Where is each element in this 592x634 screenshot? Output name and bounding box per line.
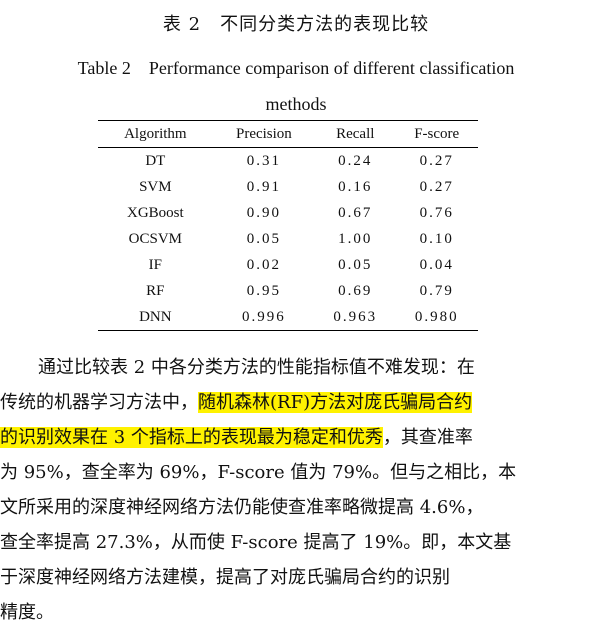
cell-recall: 0.05 [338, 256, 373, 273]
header-recall: Recall [336, 125, 375, 142]
cell-recall: 0.67 [338, 204, 373, 221]
cell-algorithm: DNN [139, 308, 172, 325]
paragraph-line: 传统的机器学习方法中，随机森林(RF)方法对庞氏骗局合约 [0, 385, 592, 420]
cell-precision: 0.91 [246, 178, 282, 195]
cell-recall: 0.963 [333, 308, 378, 325]
cell-fscore: 0.04 [419, 256, 454, 273]
cell-algorithm: RF [146, 282, 165, 299]
cell-algorithm: IF [148, 256, 163, 273]
paragraph-line: 的识别效果在 3 个指标上的表现最为稳定和优秀，其查准率 [0, 420, 592, 455]
table-row: XGBoost 0.90 0.67 0.76 [98, 200, 478, 226]
paragraph-line: 为 95%，查全率为 69%，F-score 值为 79%。但与之相比，本 [0, 462, 517, 483]
header-precision: Precision [235, 125, 292, 142]
paragraph-text: ，其查准率 [382, 427, 473, 448]
table-row: SVM 0.91 0.16 0.27 [98, 174, 478, 200]
cell-precision: 0.996 [242, 308, 286, 325]
table-header-row: Algorithm Precision Recall F-score [98, 120, 478, 148]
table-caption-chinese: 表 2 不同分类方法的表现比较 [162, 14, 430, 35]
cell-algorithm: OCSVM [128, 230, 183, 247]
performance-table: Algorithm Precision Recall F-score DT 0.… [98, 120, 478, 331]
cell-precision: 0.31 [246, 152, 282, 169]
cell-precision: 0.05 [246, 230, 282, 247]
table-caption-english-line2: methods [265, 94, 327, 114]
header-fscore: F-score [414, 125, 460, 142]
cell-recall: 0.24 [338, 152, 373, 169]
table-row: IF 0.02 0.05 0.04 [98, 252, 478, 278]
paragraph-text: 传统的机器学习方法中， [0, 392, 198, 413]
cell-precision: 0.95 [246, 282, 282, 299]
paragraph-line: 通过比较表 2 中各分类方法的性能指标值不难发现：在 [38, 357, 475, 378]
highlighted-text: 随机森林(RF)方法对庞氏骗局合约 [198, 392, 473, 413]
paragraph-line: 于深度神经网络方法建模，提高了对庞氏骗局合约的识别 [0, 567, 450, 588]
paragraph-line: 文所采用的深度神经网络方法仍能使查准率略微提高 4.6%， [0, 497, 484, 518]
cell-recall: 1.00 [338, 230, 373, 247]
header-algorithm: Algorithm [124, 125, 187, 142]
cell-fscore: 0.76 [419, 204, 454, 221]
table-row: RF 0.95 0.69 0.79 [98, 278, 478, 304]
cell-fscore: 0.79 [419, 282, 454, 299]
cell-recall: 0.69 [338, 282, 373, 299]
table-row: OCSVM 0.05 1.00 0.10 [98, 226, 478, 252]
highlighted-text: 的识别效果在 3 个指标上的表现最为稳定和优秀 [0, 427, 383, 448]
cell-fscore: 0.27 [419, 152, 454, 169]
cell-fscore: 0.980 [414, 308, 459, 325]
cell-recall: 0.16 [338, 178, 373, 195]
table-row: DT 0.31 0.24 0.27 [98, 148, 478, 175]
table-caption-english-line1: Table 2 Performance comparison of differ… [77, 58, 515, 78]
table-caption-english: Table 2 Performance comparison of differ… [30, 50, 562, 122]
cell-algorithm: SVM [139, 178, 172, 195]
cell-fscore: 0.10 [419, 230, 454, 247]
cell-fscore: 0.27 [419, 178, 454, 195]
cell-algorithm: DT [145, 152, 166, 169]
cell-precision: 0.02 [246, 256, 282, 273]
paragraph-line: 查全率提高 27.3%，从而使 F-score 提高了 19%。即，本文基 [0, 532, 512, 553]
cell-algorithm: XGBoost [127, 204, 184, 221]
table-row: DNN 0.996 0.963 0.980 [98, 304, 478, 331]
paragraph-line: 精度。 [0, 602, 54, 623]
body-paragraph: 通过比较表 2 中各分类方法的性能指标值不难发现：在 传统的机器学习方法中，随机… [0, 350, 592, 630]
cell-precision: 0.90 [246, 204, 282, 221]
